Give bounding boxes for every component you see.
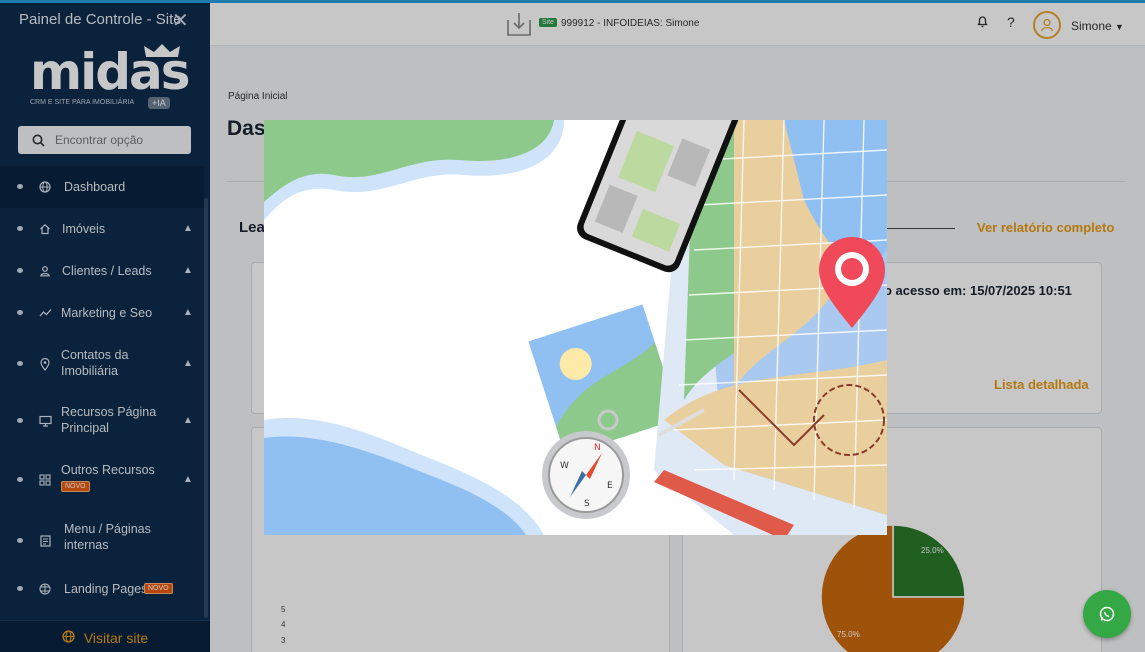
map-illustration: N E W S xyxy=(264,120,887,535)
svg-text:S: S xyxy=(584,499,590,509)
svg-text:W: W xyxy=(560,461,569,471)
whatsapp-icon xyxy=(1099,606,1115,622)
svg-text:N: N xyxy=(594,443,601,453)
whatsapp-button[interactable] xyxy=(1083,590,1131,638)
svg-text:E: E xyxy=(607,481,613,491)
promo-modal-image[interactable]: N E W S xyxy=(264,120,887,535)
